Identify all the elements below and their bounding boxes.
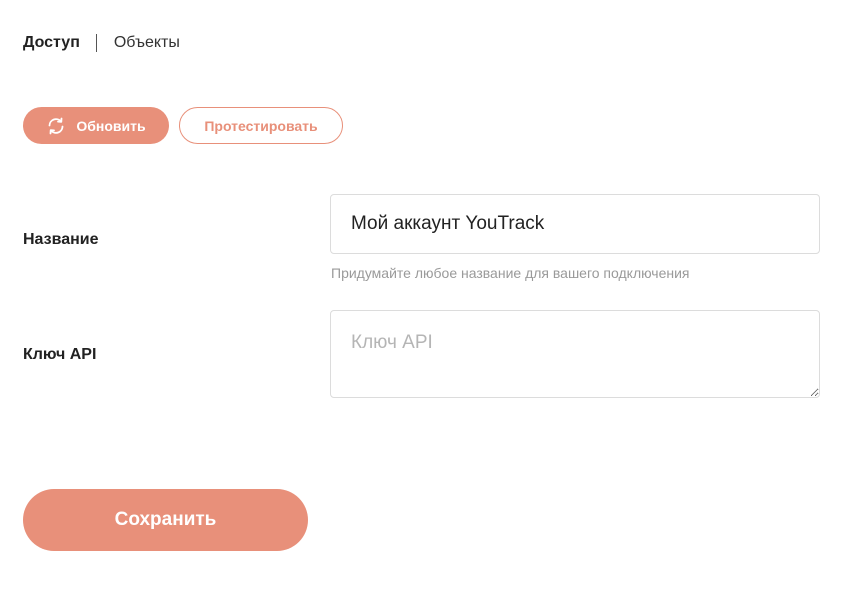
tab-access[interactable]: Доступ [23, 34, 80, 52]
test-button[interactable]: Протестировать [179, 107, 343, 144]
tab-divider [95, 34, 97, 52]
api-key-textarea[interactable] [330, 310, 820, 398]
name-input[interactable] [330, 194, 820, 254]
test-button-label: Протестировать [204, 117, 318, 134]
refresh-button[interactable]: Обновить [23, 107, 169, 144]
name-label: Название [23, 231, 99, 248]
api-key-label: Ключ API [23, 346, 97, 363]
save-button[interactable]: Сохранить [23, 489, 308, 551]
tabs: Доступ Объекты [23, 32, 180, 54]
integration-settings-page: Доступ Объекты Обновить Протестировать Н… [0, 0, 850, 595]
refresh-button-label: Обновить [76, 117, 146, 134]
refresh-icon [46, 116, 66, 136]
tab-objects[interactable]: Объекты [114, 34, 180, 52]
name-hint: Придумайте любое название для вашего под… [331, 265, 690, 281]
